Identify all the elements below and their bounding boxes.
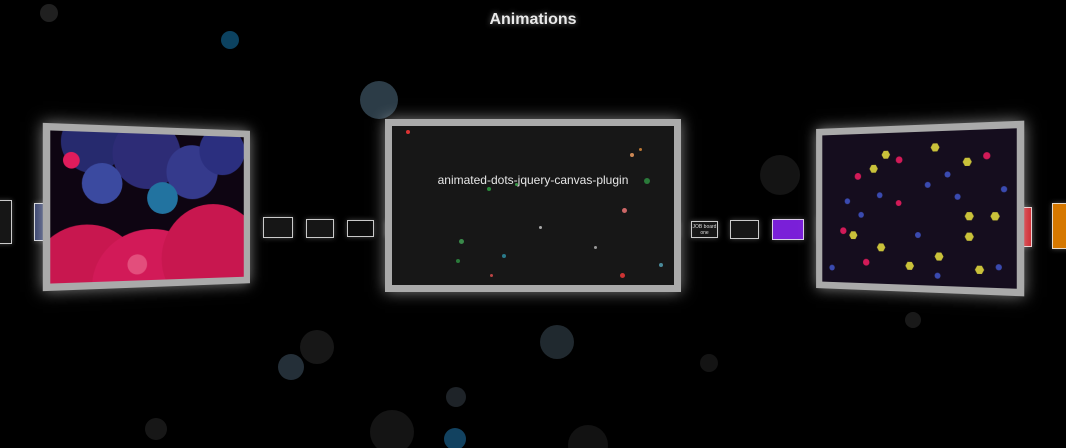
dot [895,156,903,164]
dot [954,193,961,200]
dot [829,264,835,271]
carousel-thumbnail[interactable] [772,219,804,240]
carousel-card-right[interactable] [816,120,1025,297]
dot [944,171,951,178]
particle [659,263,663,267]
background-bokeh [446,387,466,407]
background-bokeh [540,325,574,359]
hexagon [935,252,944,260]
bubble [81,162,123,204]
carousel-thumbnail[interactable] [347,220,374,237]
dot [862,258,870,266]
dot [840,227,847,235]
carousel-thumbnail[interactable] [0,200,12,244]
particle [487,187,491,191]
carousel-thumbnail[interactable] [306,219,334,238]
background-bokeh [760,155,800,195]
dot [915,232,921,239]
bubble [161,204,250,292]
background-bokeh [444,428,466,448]
particle [502,254,506,258]
particle [622,208,627,213]
bubble [199,125,245,176]
background-bokeh [568,425,608,448]
dot [1000,186,1008,193]
carousel-thumbnail[interactable] [1052,203,1066,249]
background-bokeh [300,330,334,364]
hexagon [877,243,885,251]
dot [858,211,864,218]
hexagon [869,165,877,173]
particle [594,246,597,249]
particle [490,274,493,277]
background-bokeh [221,31,239,49]
background-bokeh [278,354,304,380]
bubble [147,181,178,215]
hexagon [975,266,984,275]
particle [456,259,460,263]
hexagon [905,262,914,270]
page-title: Animations [489,11,577,28]
hexagon [849,231,857,239]
dot [934,272,941,279]
hexagon [990,212,999,220]
dot [876,192,883,199]
particle [630,153,634,157]
hexagon [882,151,890,159]
carousel-stage: Animations JOB board one animated-dots-j… [0,0,1066,448]
dot [924,181,931,188]
carousel-card-left[interactable] [42,122,250,292]
particle [406,130,410,134]
card-caption: animated-dots-jquery-canvas-plugin [437,173,629,187]
background-bokeh [370,410,414,448]
hexagon [931,143,940,151]
particle [539,226,542,229]
carousel-thumbnail[interactable]: JOB board one [691,221,718,238]
carousel-thumbnail[interactable] [730,220,759,239]
carousel-thumbnail[interactable] [263,217,293,238]
particle [515,183,518,186]
background-bokeh [360,81,398,119]
dot [895,200,902,207]
particle [459,239,464,244]
dot [995,264,1002,271]
background-bokeh [700,354,718,372]
dot [854,172,862,180]
carousel-card-center[interactable]: animated-dots-jquery-canvas-plugin [385,119,681,292]
background-bokeh [905,312,921,328]
background-bokeh [145,418,167,440]
hexagon [965,233,974,241]
particle [639,148,642,151]
thumbnail-label: JOB board one [692,224,717,236]
hexagon [965,212,974,220]
particle [644,178,650,184]
dot [844,198,851,205]
hexagon [963,158,972,166]
particle [620,273,625,278]
dot [983,152,991,160]
bubble [62,151,80,169]
